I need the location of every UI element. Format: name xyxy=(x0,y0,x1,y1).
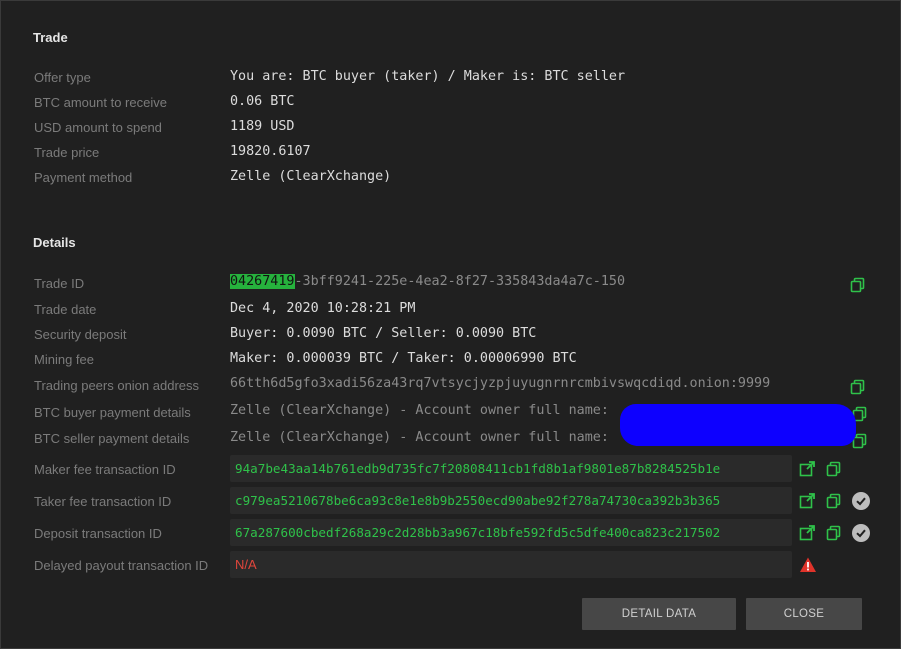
open-maker-fee-tx-icon[interactable] xyxy=(798,460,816,478)
seller-payment-label: BTC seller payment details xyxy=(34,431,190,446)
deposit-confirmed-check-icon xyxy=(852,524,870,542)
detail-data-button[interactable]: DETAIL DATA xyxy=(582,598,736,630)
trade-id-rest: -3bff9241-225e-4ea2-8f27-335843da4a7c-15… xyxy=(294,274,626,289)
trade-id-label: Trade ID xyxy=(34,276,85,291)
trade-id-value: 04267419-3bff9241-225e-4ea2-8f27-335843d… xyxy=(230,274,625,289)
copy-onion-icon[interactable] xyxy=(849,378,867,396)
redaction-mark xyxy=(620,404,856,446)
offer-type-label: Offer type xyxy=(34,70,91,85)
buyer-payment-value: Zelle (ClearXchange) - Account owner ful… xyxy=(230,403,609,418)
btc-amount-label: BTC amount to receive xyxy=(34,95,167,110)
close-button[interactable]: CLOSE xyxy=(746,598,862,630)
trade-price-value: 19820.6107 xyxy=(230,144,311,159)
payment-method-label: Payment method xyxy=(34,170,133,185)
details-section-title: Details xyxy=(33,235,76,250)
trade-date-value: Dec 4, 2020 10:28:21 PM xyxy=(230,301,416,316)
maker-fee-tx-field[interactable]: 94a7be43aa14b761edb9d735fc7f20808411cb1f… xyxy=(230,455,792,482)
deposit-tx-label: Deposit transaction ID xyxy=(34,526,162,541)
taker-fee-tx-label: Taker fee transaction ID xyxy=(34,494,172,509)
delayed-payout-tx-label: Delayed payout transaction ID xyxy=(34,558,209,573)
security-deposit-label: Security deposit xyxy=(34,327,127,342)
mining-fee-value: Maker: 0.000039 BTC / Taker: 0.00006990 … xyxy=(230,351,577,366)
open-taker-fee-tx-icon[interactable] xyxy=(798,492,816,510)
buyer-payment-label: BTC buyer payment details xyxy=(34,405,191,420)
maker-fee-tx-label: Maker fee transaction ID xyxy=(34,462,176,477)
onion-address-label: Trading peers onion address xyxy=(34,378,200,393)
delayed-payout-tx-field[interactable]: N/A xyxy=(230,551,792,578)
trade-price-label: Trade price xyxy=(34,145,100,160)
trade-section-title: Trade xyxy=(33,30,68,45)
offer-type-value: You are: BTC buyer (taker) / Maker is: B… xyxy=(230,69,626,84)
open-deposit-tx-icon[interactable] xyxy=(798,524,816,542)
usd-amount-label: USD amount to spend xyxy=(34,120,162,135)
seller-payment-value: Zelle (ClearXchange) - Account owner ful… xyxy=(230,430,609,445)
usd-amount-value: 1189 USD xyxy=(230,119,295,134)
security-deposit-value: Buyer: 0.0090 BTC / Seller: 0.0090 BTC xyxy=(230,326,537,341)
copy-maker-fee-tx-icon[interactable] xyxy=(825,460,843,478)
trade-details-dialog: Trade Offer type You are: BTC buyer (tak… xyxy=(0,0,901,649)
trade-date-label: Trade date xyxy=(34,302,97,317)
payment-method-value: Zelle (ClearXchange) xyxy=(230,169,392,184)
trade-id-short: 04267419 xyxy=(230,274,295,289)
copy-deposit-tx-icon[interactable] xyxy=(825,524,843,542)
deposit-tx-field[interactable]: 67a287600cbedf268a29c2d28bb3a967c18bfe59… xyxy=(230,519,792,546)
copy-trade-id-icon[interactable] xyxy=(849,276,867,294)
copy-taker-fee-tx-icon[interactable] xyxy=(825,492,843,510)
btc-amount-value: 0.06 BTC xyxy=(230,94,295,109)
onion-address-value: 66tth6d5gfo3xadi56za43rq7vtsycjyzpjuyugn… xyxy=(230,376,771,391)
taker-fee-confirmed-check-icon xyxy=(852,492,870,510)
taker-fee-tx-field[interactable]: c979ea5210678be6ca93c8e1e8b9b2550ecd90ab… xyxy=(230,487,792,514)
warning-icon xyxy=(799,556,817,574)
mining-fee-label: Mining fee xyxy=(34,352,94,367)
